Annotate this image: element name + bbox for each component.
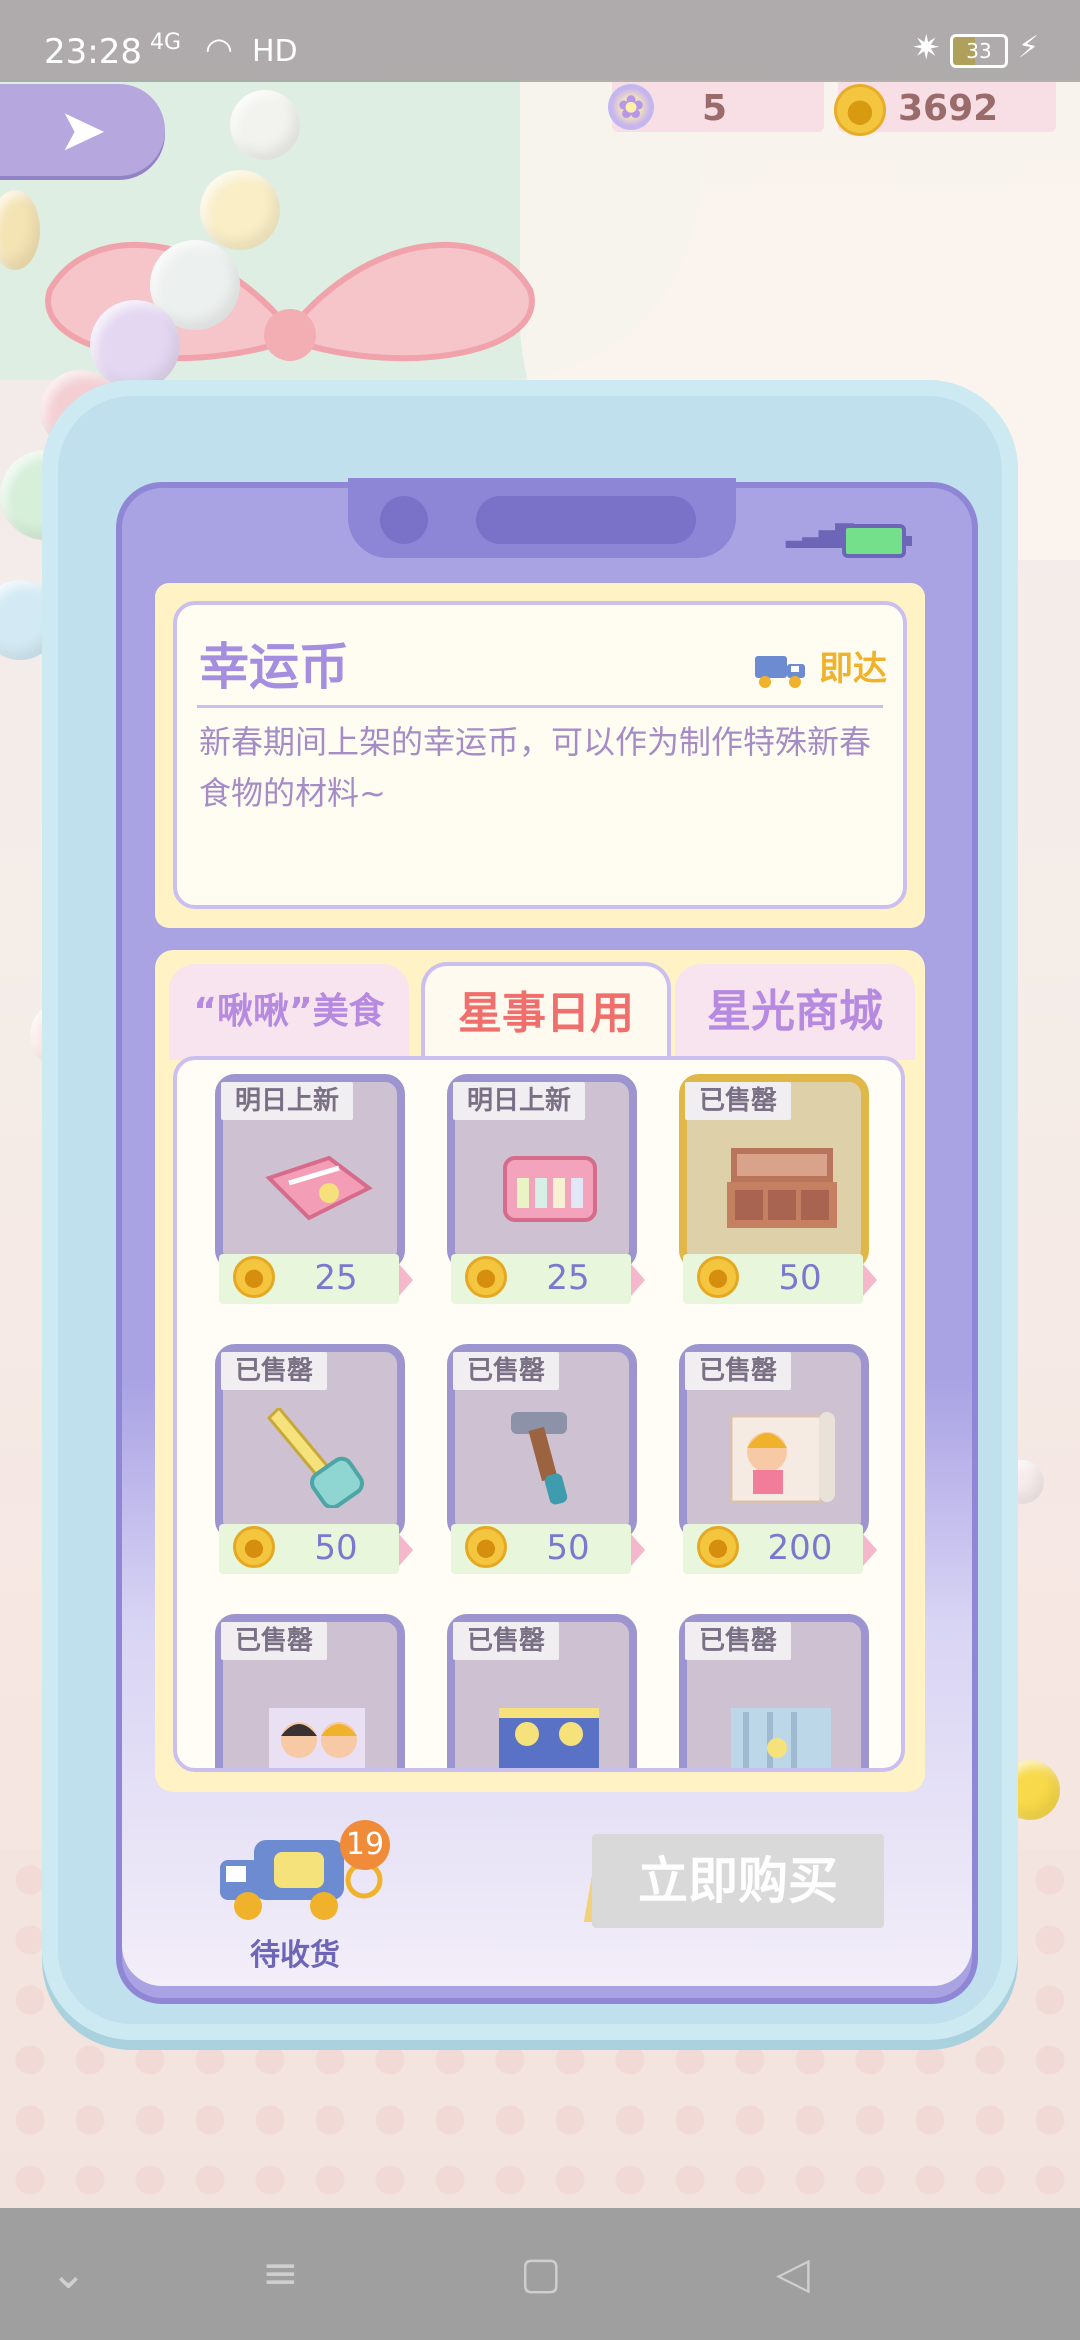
coin-icon: ●	[697, 1526, 739, 1568]
star-count: 5	[702, 88, 728, 129]
pink-mat-icon	[265, 1155, 373, 1221]
price-value: 50	[546, 1528, 590, 1568]
poster-icon	[731, 1708, 831, 1768]
product-card[interactable]: 已售罄 ● 50	[679, 1074, 877, 1304]
product-tag: 明日上新	[221, 1082, 354, 1120]
product-price: ● 25	[219, 1254, 413, 1304]
home-icon[interactable]: ▢	[520, 2248, 562, 2299]
price-value: 25	[546, 1258, 590, 1298]
product-card[interactable]: 明日上新 ● 25	[215, 1074, 413, 1304]
star-flower-icon: ✿	[608, 84, 654, 130]
pink-case-icon	[503, 1156, 597, 1222]
product-card[interactable]: 已售罄 ● 200	[679, 1344, 877, 1574]
product-card[interactable]: 已售罄	[679, 1614, 869, 1768]
product-tag: 已售罄	[685, 1352, 792, 1390]
tab-starlight-mall[interactable]: 星光商城	[675, 964, 915, 1060]
coin-icon: ●	[834, 84, 886, 136]
product-tag: 已售罄	[221, 1622, 328, 1660]
back-button[interactable]: ➤	[0, 84, 165, 176]
coin-icon: ●	[465, 1256, 507, 1298]
tab-daily-goods[interactable]: 星事日用	[421, 962, 671, 1064]
product-tag: 明日上新	[453, 1082, 586, 1120]
bead-decoration	[200, 170, 280, 250]
star-currency: ✿ 5	[608, 82, 824, 132]
hammer-icon	[511, 1412, 568, 1505]
coin-icon: ●	[697, 1256, 739, 1298]
back-triangle-icon[interactable]: ◁	[776, 2248, 810, 2299]
product-tag: 已售罄	[685, 1622, 792, 1660]
item-description: 新春期间上架的幸运币，可以作为制作特殊新春食物的材料~	[199, 723, 872, 812]
bluetooth-icon: ✷	[912, 28, 941, 68]
product-card[interactable]: 已售罄 ● 50	[215, 1344, 413, 1574]
product-price: ● 50	[219, 1524, 413, 1574]
pending-label: 待收货	[250, 1938, 340, 1973]
battery-icon: 33	[950, 34, 1008, 68]
tab-food[interactable]: “啾啾”美食	[169, 964, 409, 1060]
product-tag: 已售罄	[453, 1622, 560, 1660]
menu-icon[interactable]: ≡	[262, 2248, 299, 2299]
product-price: ● 200	[683, 1524, 877, 1574]
price-value: 200	[767, 1528, 833, 1568]
product-card[interactable]: 已售罄 ● 50	[447, 1344, 645, 1574]
system-nav-bar: ⌄ ≡ ▢ ◁	[0, 2208, 1080, 2340]
bead-decoration	[230, 90, 300, 160]
poster-icon	[269, 1708, 365, 1768]
phone-battery-icon	[842, 524, 912, 558]
product-price: ● 50	[683, 1254, 877, 1304]
status-bar: 23:28 4G ◠ HD ✷ 33 ⚡	[0, 0, 1080, 82]
speaker-icon	[476, 496, 696, 544]
wifi-icon: ◠	[205, 30, 233, 68]
shop-panel: “啾啾”美食 星事日用 星光商城 明日上新 ● 25 明日上新 ● 25 已售罄…	[155, 950, 925, 1792]
network-label: HD	[252, 34, 298, 69]
item-info-inner: 幸运币 即达 新春期间上架的幸运币，可以作为制作特殊新春食物的材料~	[173, 601, 907, 909]
poster-icon	[729, 1412, 835, 1504]
price-value: 50	[314, 1528, 358, 1568]
pending-count-badge: 19	[340, 1820, 390, 1870]
product-price: ● 50	[451, 1524, 645, 1574]
signal-icon: 4G	[150, 30, 182, 55]
divider	[197, 705, 883, 708]
truck-icon	[755, 655, 805, 688]
product-tag: 已售罄	[453, 1352, 560, 1390]
bead-decoration	[90, 300, 180, 390]
delivery-label: 即达	[819, 649, 887, 689]
item-info-card: 幸运币 即达 新春期间上架的幸运币，可以作为制作特殊新春食物的材料~	[155, 583, 925, 928]
buy-now-button[interactable]: 立即购买	[592, 1834, 884, 1928]
delivery-status: 即达	[753, 641, 887, 690]
coin-icon: ●	[233, 1526, 275, 1568]
coin-icon: ●	[465, 1526, 507, 1568]
camera-icon	[380, 496, 428, 544]
phone-notch	[348, 478, 736, 558]
coin-currency: ● 3692	[834, 82, 1056, 136]
product-card[interactable]: 明日上新 ● 25	[447, 1074, 645, 1304]
product-tag: 已售罄	[685, 1082, 792, 1120]
product-card[interactable]: 已售罄	[215, 1614, 405, 1768]
status-time: 23:28	[44, 32, 142, 72]
saw-icon	[266, 1408, 364, 1508]
chevron-down-icon[interactable]: ⌄	[50, 2248, 87, 2299]
product-tag: 已售罄	[221, 1352, 328, 1390]
back-arrow-icon: ➤	[58, 96, 107, 164]
cabinet-icon	[727, 1148, 837, 1228]
charging-icon: ⚡	[1018, 30, 1040, 65]
coin-count: 3692	[898, 88, 999, 129]
poster-icon	[499, 1708, 599, 1768]
product-price: ● 25	[451, 1254, 645, 1304]
product-grid: 明日上新 ● 25 明日上新 ● 25 已售罄 ● 50 已售罄 ● 50 已售…	[173, 1056, 905, 1772]
product-card[interactable]: 已售罄	[447, 1614, 637, 1768]
price-value: 25	[314, 1258, 358, 1298]
coin-icon: ●	[233, 1256, 275, 1298]
item-title: 幸运币	[199, 638, 349, 696]
price-value: 50	[778, 1258, 822, 1298]
